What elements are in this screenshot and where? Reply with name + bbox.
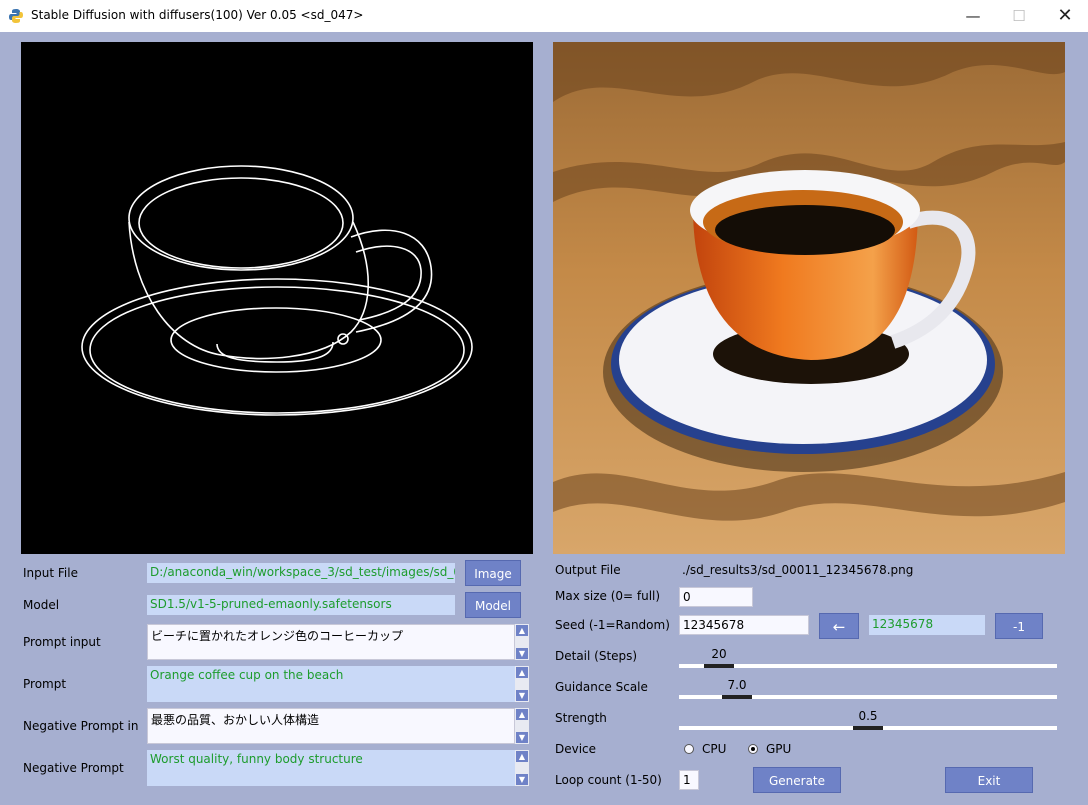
cup-line-art	[81, 165, 473, 416]
scroll-up-arrow-icon[interactable]: ▲	[516, 751, 528, 762]
prompt-label: Prompt	[23, 677, 67, 691]
negative-prompt-input-label: Negative Prompt in	[23, 719, 139, 733]
strength-value: 0.5	[858, 709, 878, 723]
seed-input[interactable]: 12345678	[679, 615, 809, 635]
prompt-input-label: Prompt input	[23, 635, 101, 649]
negative-prompt-label: Negative Prompt	[23, 761, 124, 775]
guidance-value: 7.0	[727, 678, 747, 692]
title-bar: Stable Diffusion with diffusers(100) Ver…	[0, 0, 1088, 32]
input-file-label: Input File	[23, 566, 78, 580]
negative-prompt-scrollbar[interactable]: ▲ ▼	[515, 750, 529, 786]
device-cpu-radio[interactable]	[684, 744, 694, 754]
maximize-button[interactable]: ☐	[996, 0, 1042, 32]
python-icon	[9, 9, 23, 23]
prompt-input-textarea[interactable]: ビーチに置かれたオレンジ色のコーヒーカップ	[147, 624, 515, 660]
window-title: Stable Diffusion with diffusers(100) Ver…	[31, 8, 364, 22]
steps-slider[interactable]	[679, 664, 1057, 668]
generated-image	[553, 42, 1065, 554]
scroll-down-arrow-icon[interactable]: ▼	[516, 732, 528, 743]
output-file-value: ./sd_results3/sd_00011_12345678.png	[682, 563, 914, 577]
prompt-scrollbar[interactable]: ▲ ▼	[515, 666, 529, 702]
steps-value: 20	[711, 647, 727, 661]
loop-count-label: Loop count (1-50)	[555, 773, 662, 787]
input-image-preview	[21, 42, 533, 554]
steps-slider-thumb[interactable]	[704, 664, 734, 668]
output-file-label: Output File	[555, 563, 621, 577]
loop-count-input[interactable]: 1	[679, 770, 699, 790]
scroll-down-arrow-icon[interactable]: ▼	[516, 648, 528, 659]
negative-prompt-textarea[interactable]: Worst quality, funny body structure	[147, 750, 515, 786]
model-label: Model	[23, 598, 60, 612]
seed-random-button[interactable]: -1	[995, 613, 1043, 639]
prompt-input-scrollbar[interactable]: ▲ ▼	[515, 624, 529, 660]
scroll-up-arrow-icon[interactable]: ▲	[516, 709, 528, 720]
steps-label: Detail (Steps)	[555, 649, 638, 663]
scroll-up-arrow-icon[interactable]: ▲	[516, 625, 528, 636]
device-cpu-label[interactable]: CPU	[702, 742, 726, 756]
model-button[interactable]: Model	[465, 592, 521, 618]
generate-button[interactable]: Generate	[753, 767, 841, 793]
scroll-up-arrow-icon[interactable]: ▲	[516, 667, 528, 678]
device-gpu-radio[interactable]	[748, 744, 758, 754]
strength-slider-thumb[interactable]	[853, 726, 883, 730]
device-gpu-label[interactable]: GPU	[766, 742, 791, 756]
prompt-textarea[interactable]: Orange coffee cup on the beach	[147, 666, 515, 702]
guidance-label: Guidance Scale	[555, 680, 648, 694]
input-file-field[interactable]: D:/anaconda_win/workspace_3/sd_test/imag…	[147, 563, 455, 583]
scroll-down-arrow-icon[interactable]: ▼	[516, 690, 528, 701]
exit-button[interactable]: Exit	[945, 767, 1033, 793]
negative-prompt-input-textarea[interactable]: 最悪の品質、おかしい人体構造	[147, 708, 515, 744]
close-button[interactable]: ✕	[1042, 0, 1088, 32]
guidance-slider-thumb[interactable]	[722, 695, 752, 699]
max-size-input[interactable]: 0	[679, 587, 753, 607]
device-label: Device	[555, 742, 597, 756]
output-image-preview	[553, 42, 1065, 554]
last-seed-field: 12345678	[869, 615, 985, 635]
minimize-button[interactable]: —	[950, 0, 996, 32]
seed-label: Seed (-1=Random)	[555, 618, 670, 632]
max-size-label: Max size (0= full)	[555, 589, 661, 603]
scroll-down-arrow-icon[interactable]: ▼	[516, 774, 528, 785]
model-field[interactable]: SD1.5/v1-5-pruned-emaonly.safetensors	[147, 595, 455, 615]
negative-prompt-input-scrollbar[interactable]: ▲ ▼	[515, 708, 529, 744]
seed-copy-arrow-button[interactable]: ←	[819, 613, 859, 639]
strength-label: Strength	[555, 711, 607, 725]
image-button[interactable]: Image	[465, 560, 521, 586]
